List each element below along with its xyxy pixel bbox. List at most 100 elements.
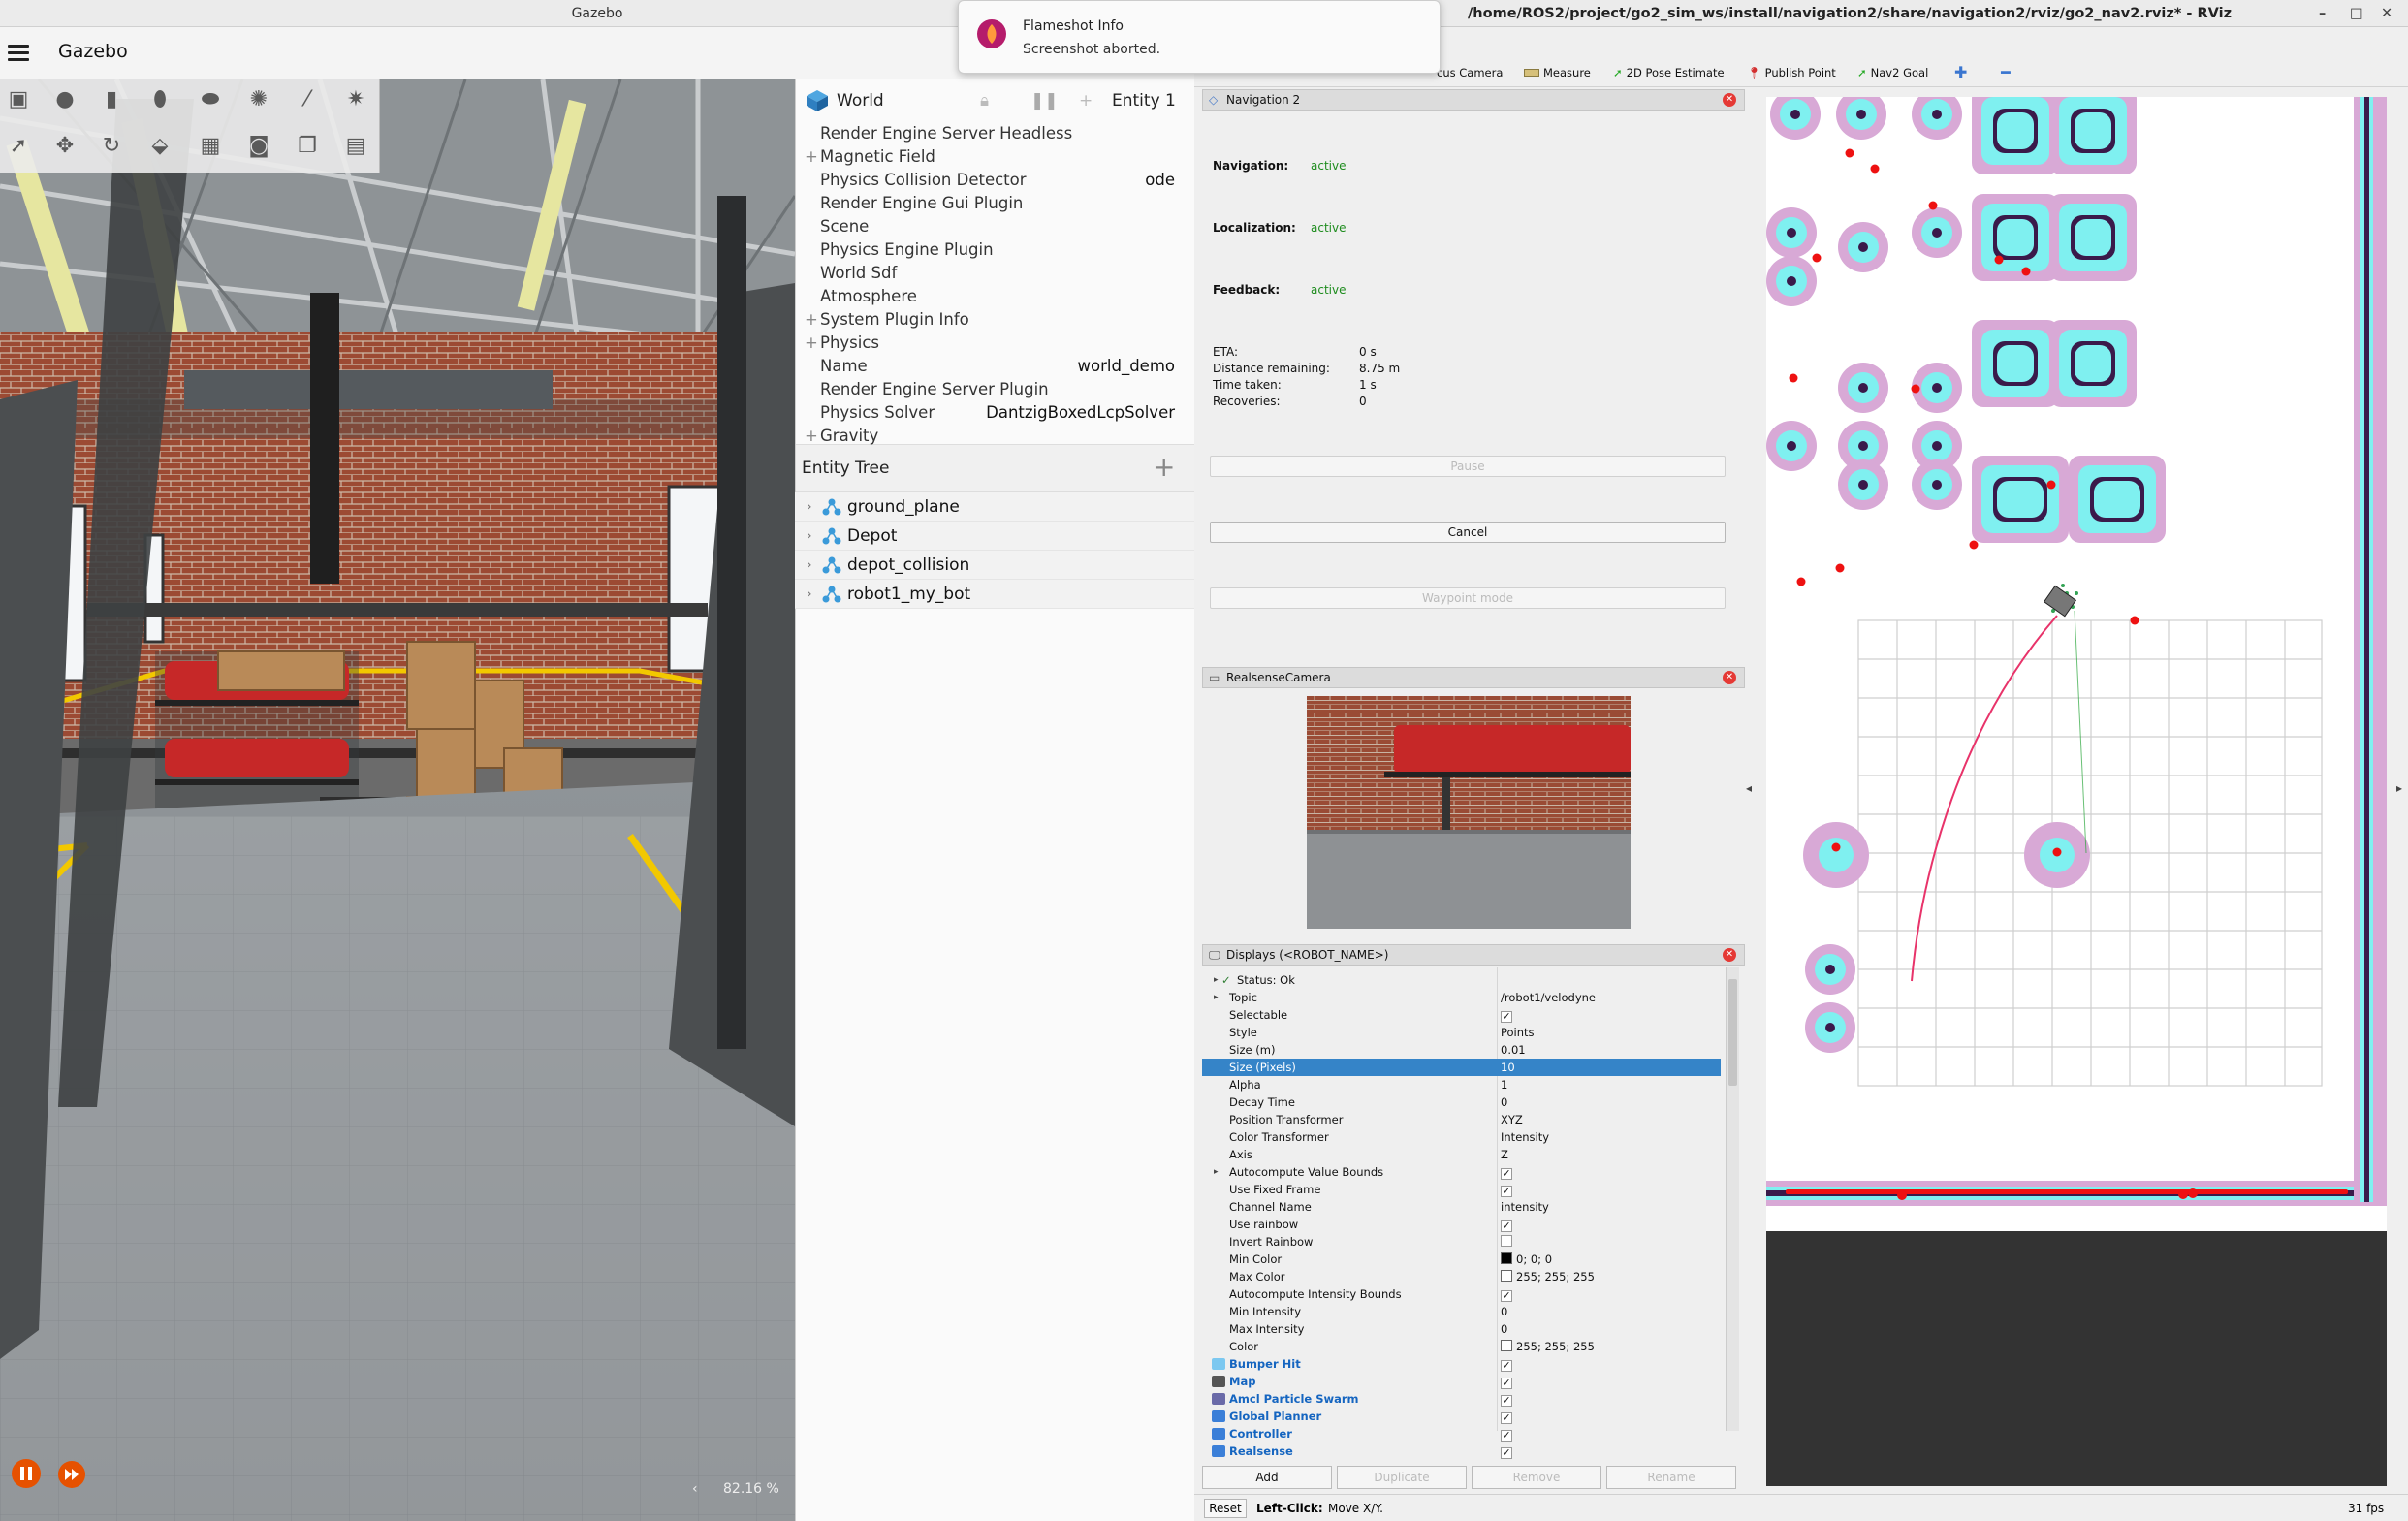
- entity-tree-item[interactable]: › Depot: [795, 522, 1194, 551]
- translate-icon[interactable]: ✥: [52, 134, 78, 159]
- enabled-checkbox[interactable]: ✓: [1501, 1290, 1512, 1302]
- close-panel-icon[interactable]: ✕: [1723, 948, 1736, 962]
- display-property-row[interactable]: ▸ ✓ Status: Ok: [1202, 971, 1721, 989]
- display-property-value[interactable]: Z: [1501, 1146, 1508, 1163]
- display-property-row[interactable]: Channel Name intensity: [1202, 1198, 1721, 1216]
- ellipsoid-icon[interactable]: ⬬: [198, 87, 223, 112]
- display-property-value[interactable]: intensity: [1501, 1198, 1549, 1216]
- display-property-row[interactable]: Invert Rainbow: [1202, 1233, 1721, 1251]
- display-property-value[interactable]: /robot1/velodyne: [1501, 989, 1596, 1006]
- enabled-checkbox[interactable]: ✓: [1501, 1395, 1512, 1407]
- pose-estimate-tool[interactable]: ➚ 2D Pose Estimate: [1613, 64, 1725, 81]
- color-swatch[interactable]: [1501, 1270, 1512, 1282]
- point-light-icon[interactable]: ✺: [246, 87, 271, 112]
- property-row[interactable]: Atmosphere: [795, 285, 1194, 308]
- publish-point-tool[interactable]: 📍︎ Publish Point: [1747, 64, 1836, 81]
- enabled-checkbox[interactable]: ✓: [1501, 1378, 1512, 1389]
- sphere-icon[interactable]: ●: [52, 87, 78, 112]
- rviz-3d-map-view[interactable]: [1766, 97, 2387, 1486]
- cylinder-icon[interactable]: ▮: [99, 87, 124, 112]
- display-property-row[interactable]: Size (Pixels) 10: [1202, 1059, 1721, 1076]
- enabled-checkbox[interactable]: ✓: [1501, 1168, 1512, 1180]
- display-property-row[interactable]: Decay Time 0: [1202, 1093, 1721, 1111]
- pause-button[interactable]: Pause: [1210, 456, 1726, 477]
- display-property-value[interactable]: 1: [1501, 1076, 1507, 1093]
- display-property-row[interactable]: ▸ Topic/robot1/velodyne: [1202, 989, 1721, 1006]
- expand-plus-icon[interactable]: +: [805, 308, 818, 332]
- property-row[interactable]: Render Engine Server Headless: [795, 122, 1194, 145]
- display-property-value[interactable]: 0: [1501, 1093, 1507, 1111]
- flameshot-notification[interactable]: Flameshot Info Screenshot aborted.: [958, 0, 1441, 74]
- property-row[interactable]: World Sdf: [795, 262, 1194, 285]
- property-row[interactable]: Physics Solver DantzigBoxedLcpSolver: [795, 401, 1194, 425]
- remove-display-button[interactable]: Remove: [1472, 1466, 1601, 1489]
- entity-tree-item[interactable]: › ground_plane: [795, 492, 1194, 522]
- collapse-arrow-icon[interactable]: ‹: [692, 1481, 698, 1497]
- copy-icon[interactable]: ❐: [295, 134, 320, 159]
- close-panel-icon[interactable]: ✕: [1723, 93, 1736, 107]
- entity-tree-item[interactable]: › robot1_my_bot: [795, 580, 1194, 609]
- display-property-row[interactable]: Style Points: [1202, 1024, 1721, 1041]
- gazebo-3d-viewport[interactable]: [0, 79, 795, 1521]
- property-row[interactable]: Render Engine Gui Plugin: [795, 192, 1194, 215]
- displays-scrollbar[interactable]: [1726, 967, 1739, 1431]
- display-property-row[interactable]: Realsense ✓: [1202, 1442, 1721, 1460]
- enabled-checkbox[interactable]: [1501, 1235, 1512, 1247]
- step-simulation-button[interactable]: [58, 1461, 85, 1488]
- add-icon[interactable]: +: [1079, 91, 1093, 111]
- display-property-row[interactable]: Amcl Particle Swarm ✓: [1202, 1390, 1721, 1408]
- display-property-row[interactable]: Use rainbow ✓: [1202, 1216, 1721, 1233]
- expand-plus-icon[interactable]: +: [805, 145, 818, 169]
- add-entity-icon[interactable]: +: [1153, 451, 1175, 483]
- enabled-checkbox[interactable]: ✓: [1501, 1186, 1512, 1197]
- measure-tool[interactable]: Measure: [1524, 64, 1591, 81]
- waypoint-mode-button[interactable]: Waypoint mode: [1210, 587, 1726, 609]
- entity-tree-item[interactable]: › depot_collision: [795, 551, 1194, 580]
- property-row[interactable]: Name world_demo: [795, 355, 1194, 378]
- maximize-icon[interactable]: □: [2350, 0, 2363, 27]
- collapse-dock-icon[interactable]: ◂: [1746, 781, 1752, 795]
- display-property-value[interactable]: Intensity: [1501, 1128, 1549, 1146]
- expand-arrow-icon[interactable]: ▸: [1214, 989, 1219, 1006]
- display-property-value[interactable]: 10: [1501, 1059, 1515, 1076]
- enabled-checkbox[interactable]: ✓: [1501, 1011, 1512, 1023]
- display-property-value[interactable]: XYZ: [1501, 1111, 1523, 1128]
- focus-camera-tool[interactable]: cus Camera: [1437, 64, 1503, 81]
- display-property-row[interactable]: Global Planner ✓: [1202, 1408, 1721, 1425]
- display-property-row[interactable]: Bumper Hit ✓: [1202, 1355, 1721, 1373]
- reset-button[interactable]: Reset: [1204, 1499, 1247, 1518]
- display-property-row[interactable]: ▸ Autocompute Value Bounds ✓: [1202, 1163, 1721, 1181]
- camera-screenshot-icon[interactable]: ◙: [246, 134, 271, 159]
- property-row[interactable]: Physics Collision Detector ode: [795, 169, 1194, 192]
- display-property-row[interactable]: Color 255; 255; 255: [1202, 1338, 1721, 1355]
- display-property-row[interactable]: Axis Z: [1202, 1146, 1721, 1163]
- select-arrow-icon[interactable]: ➚: [6, 134, 31, 159]
- display-property-value[interactable]: 0.01: [1501, 1041, 1526, 1059]
- hamburger-menu-icon[interactable]: [8, 45, 29, 62]
- enabled-checkbox[interactable]: ✓: [1501, 1430, 1512, 1442]
- display-property-row[interactable]: Size (m) 0.01: [1202, 1041, 1721, 1059]
- spot-light-icon[interactable]: ✷: [343, 87, 368, 112]
- display-property-value[interactable]: 0: [1501, 1303, 1507, 1320]
- display-property-row[interactable]: Max Intensity 0: [1202, 1320, 1721, 1338]
- chevron-right-icon[interactable]: ›: [807, 522, 812, 551]
- add-display-button[interactable]: Add: [1202, 1466, 1332, 1489]
- display-property-row[interactable]: Position Transformer XYZ: [1202, 1111, 1721, 1128]
- display-property-value[interactable]: Points: [1501, 1024, 1535, 1041]
- pause-update-icon[interactable]: ❚❚: [1030, 91, 1059, 111]
- expand-plus-icon[interactable]: +: [805, 425, 818, 448]
- property-row[interactable]: + Gravity: [795, 425, 1194, 448]
- display-property-row[interactable]: Map ✓: [1202, 1373, 1721, 1390]
- enabled-checkbox[interactable]: ✓: [1501, 1412, 1512, 1424]
- box-icon[interactable]: ▣: [6, 87, 31, 112]
- display-property-row[interactable]: Selectable ✓: [1202, 1006, 1721, 1024]
- display-property-row[interactable]: Autocompute Intensity Bounds ✓: [1202, 1285, 1721, 1303]
- display-property-row[interactable]: Min Intensity 0: [1202, 1303, 1721, 1320]
- display-property-value[interactable]: 255; 255; 255: [1516, 1270, 1595, 1283]
- property-row[interactable]: + System Plugin Info: [795, 308, 1194, 332]
- nav2-goal-tool[interactable]: ➚ Nav2 Goal: [1857, 64, 1928, 81]
- enabled-checkbox[interactable]: ✓: [1501, 1220, 1512, 1232]
- capsule-icon[interactable]: ⬮: [147, 87, 173, 112]
- lock-icon[interactable]: 🔒︎: [980, 91, 989, 111]
- expand-plus-icon[interactable]: +: [805, 332, 818, 355]
